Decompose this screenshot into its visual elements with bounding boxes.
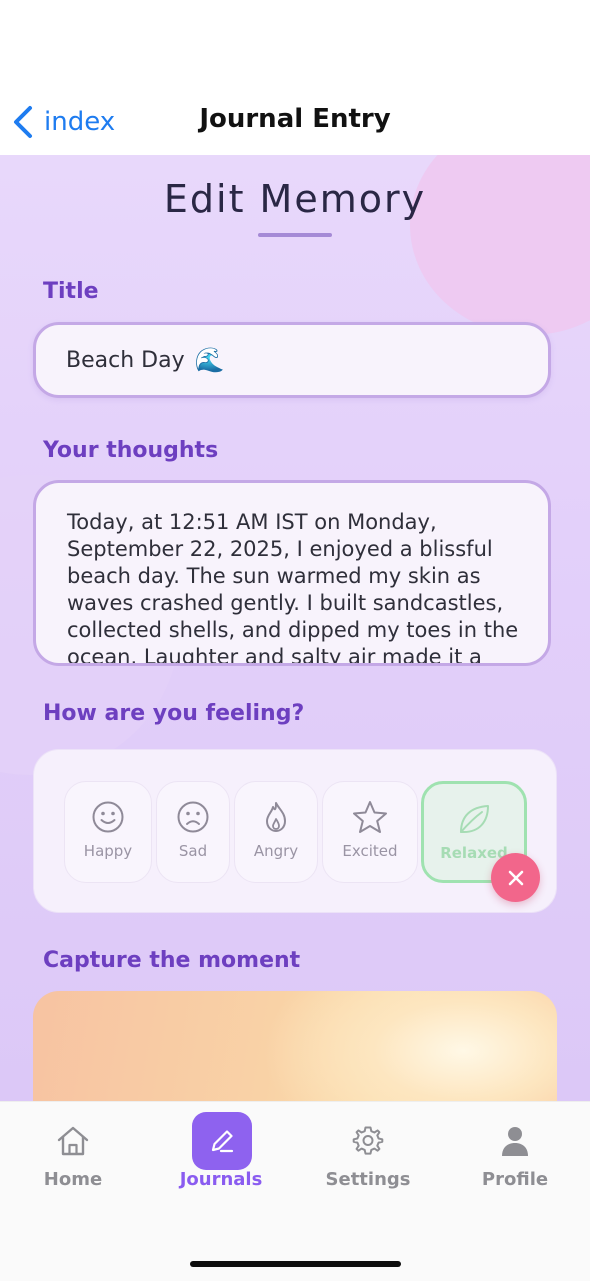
thoughts-textarea[interactable]: Today, at 12:51 AM IST on Monday, Septem… bbox=[33, 480, 551, 666]
home-indicator bbox=[190, 1261, 401, 1267]
close-icon bbox=[508, 870, 523, 885]
thoughts-label: Your thoughts bbox=[43, 438, 219, 463]
tab-label-home: Home bbox=[43, 1169, 103, 1190]
leaf-icon bbox=[460, 805, 489, 833]
memory-photo[interactable] bbox=[33, 991, 557, 1101]
nav-title: Journal Entry bbox=[199, 104, 391, 134]
person-icon bbox=[502, 1127, 528, 1156]
tab-settings[interactable]: Settings bbox=[308, 1101, 428, 1211]
frown-icon bbox=[177, 801, 209, 833]
tab-home[interactable]: Home bbox=[13, 1101, 133, 1211]
wave-emoji: 🌊 bbox=[194, 346, 225, 374]
home-icon bbox=[57, 1126, 89, 1156]
smile-icon bbox=[92, 801, 124, 833]
mood-label-happy: Happy bbox=[83, 842, 133, 860]
remove-photo-button[interactable] bbox=[491, 853, 540, 902]
tab-label-profile: Profile bbox=[481, 1169, 549, 1190]
page-title: Edit Memory bbox=[163, 177, 427, 221]
mood-selector: Happy Sad Angry Excited Relaxed bbox=[33, 749, 557, 913]
status-bar-area bbox=[0, 0, 590, 88]
mood-happy-button[interactable]: Happy bbox=[64, 781, 152, 883]
tab-journals[interactable]: Journals bbox=[161, 1101, 281, 1211]
mood-sad-button[interactable]: Sad bbox=[156, 781, 230, 883]
mood-label-excited: Excited bbox=[342, 842, 398, 860]
scroll-content[interactable]: Edit Memory Title Beach Day 🌊 Your thoug… bbox=[0, 155, 590, 1101]
title-value: Beach Day bbox=[66, 347, 185, 373]
star-icon bbox=[353, 801, 387, 833]
tab-label-journals: Journals bbox=[179, 1169, 263, 1190]
title-input[interactable]: Beach Day 🌊 bbox=[33, 322, 551, 398]
tab-profile[interactable]: Profile bbox=[455, 1101, 575, 1211]
mood-label-angry: Angry bbox=[253, 842, 299, 860]
gear-icon bbox=[352, 1126, 384, 1155]
flame-icon bbox=[266, 802, 286, 832]
tab-label-settings: Settings bbox=[325, 1169, 411, 1190]
mood-label: How are you feeling? bbox=[43, 701, 305, 726]
mood-angry-button[interactable]: Angry bbox=[234, 781, 318, 883]
title-label: Title bbox=[43, 279, 99, 304]
title-underline bbox=[258, 233, 332, 237]
photo-label: Capture the moment bbox=[43, 948, 301, 973]
mood-label-sad: Sad bbox=[178, 842, 208, 860]
mood-excited-button[interactable]: Excited bbox=[322, 781, 418, 883]
thoughts-text: Today, at 12:51 AM IST on Monday, Septem… bbox=[67, 510, 519, 666]
